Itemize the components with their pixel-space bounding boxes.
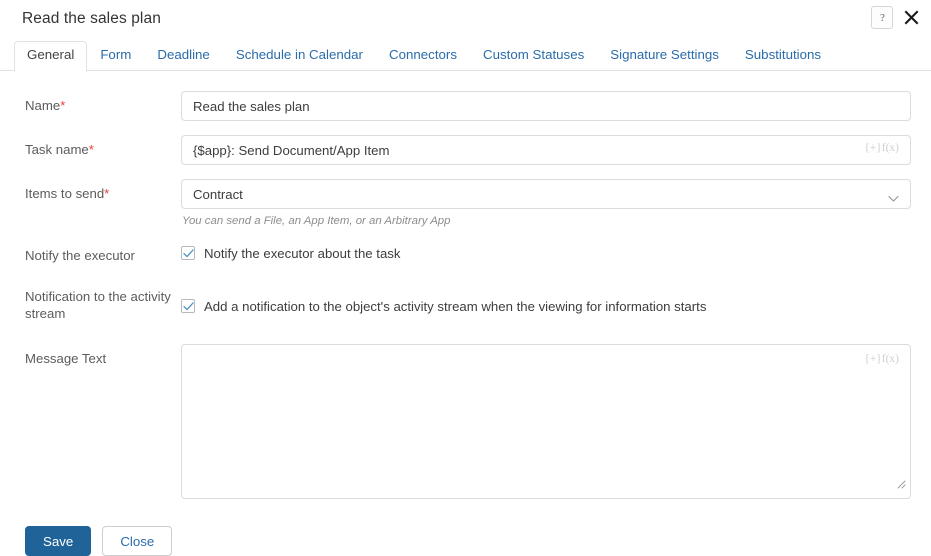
tab-deadline[interactable]: Deadline: [144, 41, 223, 71]
notify-executor-control: Notify the executor about the task: [181, 241, 931, 262]
tab-label: Connectors: [389, 47, 457, 62]
tab-general[interactable]: General: [14, 41, 88, 72]
close-button[interactable]: [899, 5, 923, 29]
task-name-label-text: Task name: [25, 142, 89, 157]
save-button[interactable]: Save: [25, 526, 92, 556]
notify-executor-label: Notify the executor: [25, 248, 135, 263]
task-name-control: {+}f(x): [181, 135, 931, 165]
required-marker: *: [88, 142, 94, 157]
general-settings-form: Name* Task name* {+}f(x) Items to send* …: [0, 71, 931, 499]
header-actions: ?: [871, 5, 923, 29]
activity-stream-checkbox-row[interactable]: Add a notification to the object's activ…: [181, 286, 911, 315]
tab-custom-statuses[interactable]: Custom Statuses: [470, 41, 597, 71]
help-button[interactable]: ?: [871, 5, 893, 29]
activity-stream-label: Notification to the activity stream: [25, 289, 171, 321]
form-row-task-name: Task name* {+}f(x): [0, 135, 931, 165]
dialog-footer: Save Close: [0, 513, 931, 556]
name-input[interactable]: [181, 91, 911, 121]
required-marker: *: [60, 98, 66, 113]
tab-signature-settings[interactable]: Signature Settings: [597, 41, 732, 71]
items-to-send-select-wrap: Contract: [181, 179, 911, 209]
activity-stream-checkbox[interactable]: [181, 299, 195, 313]
tab-substitutions[interactable]: Substitutions: [732, 41, 834, 71]
tab-label: Form: [100, 47, 132, 62]
items-to-send-label: Items to send*: [0, 179, 181, 202]
form-row-items-to-send: Items to send* Contract You can send a F…: [0, 179, 931, 227]
tab-connectors[interactable]: Connectors: [376, 41, 470, 71]
tab-label: Substitutions: [744, 47, 822, 62]
message-text-control: {+}f(x): [181, 344, 931, 499]
tab-label: Signature Settings: [610, 47, 719, 62]
items-to-send-selected-value: Contract: [193, 186, 243, 202]
items-to-send-hint: You can send a File, an App Item, or an …: [182, 215, 451, 227]
items-to-send-label-text: Items to send: [25, 186, 105, 201]
notify-executor-checkbox[interactable]: [181, 246, 195, 260]
tab-bar: General Form Deadline Schedule in Calend…: [0, 41, 931, 72]
page-title: Read the sales plan: [22, 10, 161, 27]
close-footer-button[interactable]: Close: [102, 526, 173, 556]
required-marker: *: [104, 186, 110, 201]
message-text-textarea[interactable]: [181, 344, 911, 499]
task-name-input[interactable]: [181, 135, 911, 165]
tab-label: Custom Statuses: [483, 47, 585, 62]
message-text-label: Message Text: [25, 351, 107, 366]
tab-label: Deadline: [157, 47, 210, 62]
notify-executor-checkbox-label[interactable]: Notify the executor about the task: [204, 245, 400, 262]
form-row-name: Name*: [0, 91, 931, 121]
tab-label: General: [27, 47, 75, 62]
notify-executor-checkbox-row[interactable]: Notify the executor about the task: [181, 241, 911, 262]
activity-stream-control: Add a notification to the object's activ…: [181, 286, 931, 315]
form-row-activity-stream: Notification to the activity stream Add …: [0, 286, 931, 322]
form-row-notify-executor: Notify the executor Notify the executor …: [0, 241, 931, 264]
svg-text:?: ?: [880, 12, 885, 24]
close-icon: [903, 9, 920, 26]
tab-form[interactable]: Form: [87, 41, 144, 71]
items-to-send-control: Contract You can send a File, an App Ite…: [181, 179, 931, 227]
tab-label: Schedule in Calendar: [235, 47, 363, 62]
activity-stream-checkbox-label[interactable]: Add a notification to the object's activ…: [204, 298, 706, 315]
tab-schedule-in-calendar[interactable]: Schedule in Calendar: [223, 41, 376, 71]
question-mark-icon: ?: [878, 11, 887, 24]
name-label: Name*: [0, 91, 181, 114]
name-control: [181, 91, 931, 121]
dialog-header: Read the sales plan ?: [0, 0, 931, 38]
task-name-label: Task name*: [0, 135, 181, 158]
items-to-send-select[interactable]: Contract: [181, 179, 911, 209]
form-row-message-text: Message Text {+}f(x): [0, 344, 931, 499]
name-label-text: Name: [25, 98, 61, 113]
